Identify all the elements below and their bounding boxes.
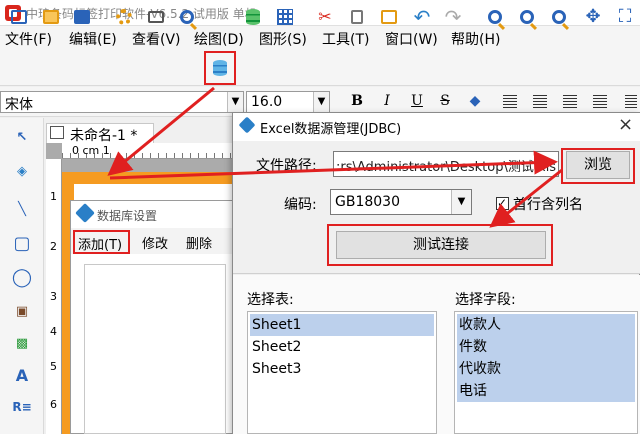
- delete-button[interactable]: 删除: [186, 233, 212, 252]
- file-path-value: :rs\Administrator\Desktop\测试.xls: [336, 160, 557, 175]
- select-fields-label: 选择字段:: [455, 292, 516, 308]
- menu-draw[interactable]: 绘图(D): [194, 29, 244, 49]
- align-center-icon[interactable]: [533, 94, 547, 108]
- table-item-sheet1[interactable]: Sheet1: [250, 314, 434, 336]
- font-size-select[interactable]: 16.0 ▼: [246, 91, 330, 113]
- field-item[interactable]: 件数: [457, 336, 635, 358]
- document-tab-label: 未命名-1 *: [70, 128, 138, 144]
- table-item-sheet2[interactable]: Sheet2: [250, 336, 434, 358]
- paste-icon[interactable]: [378, 6, 400, 28]
- align-justify-icon[interactable]: [593, 94, 607, 108]
- settings-icon[interactable]: [113, 6, 135, 28]
- picture-icon[interactable]: ▩: [11, 332, 33, 354]
- check-icon: ✓: [497, 196, 508, 210]
- rich-text-icon[interactable]: R≡: [11, 396, 33, 418]
- copy-icon[interactable]: [346, 6, 368, 28]
- select-table-label: 选择表:: [247, 292, 294, 308]
- grid-icon[interactable]: [274, 6, 296, 28]
- menu-tools[interactable]: 工具(T): [322, 29, 369, 49]
- print-icon[interactable]: [145, 6, 167, 28]
- field-item[interactable]: 代收款: [457, 358, 635, 380]
- fit-icon[interactable]: ✥: [582, 6, 604, 28]
- line-icon[interactable]: ╲: [11, 198, 33, 220]
- data-table-icon[interactable]: [242, 6, 264, 28]
- file-path-field[interactable]: :rs\Administrator\Desktop\测试.xls: [333, 151, 559, 177]
- field-item[interactable]: 收款人: [457, 314, 635, 336]
- test-connection-button[interactable]: 测试连接: [336, 231, 546, 259]
- print-preview-icon[interactable]: [176, 6, 198, 28]
- header-row-checkbox[interactable]: ✓: [496, 196, 509, 210]
- ruler-number: 5: [50, 360, 57, 373]
- underline-button[interactable]: U: [408, 92, 426, 110]
- menu-window[interactable]: 窗口(W): [385, 29, 438, 49]
- edit-button[interactable]: 修改: [142, 233, 168, 252]
- close-icon[interactable]: ×: [618, 114, 633, 136]
- chevron-down-icon[interactable]: ▼: [451, 190, 471, 214]
- italic-button[interactable]: I: [378, 92, 396, 110]
- new-icon[interactable]: [8, 6, 30, 28]
- menu-shape[interactable]: 图形(S): [259, 29, 307, 49]
- image-icon[interactable]: ▣: [11, 300, 33, 322]
- field-list[interactable]: 收款人 件数 代收款 电话: [454, 311, 638, 434]
- text-tool-icon[interactable]: A: [11, 364, 33, 386]
- open-icon[interactable]: [40, 6, 62, 28]
- align-left-icon[interactable]: [503, 94, 517, 108]
- rectangle-icon[interactable]: ▢: [11, 232, 33, 254]
- toolbar: [0, 50, 640, 86]
- align-distribute-icon[interactable]: [625, 94, 637, 108]
- menu-view[interactable]: 查看(V): [132, 29, 181, 49]
- file-path-label: 文件路径:: [256, 158, 317, 174]
- table-item-sheet3[interactable]: Sheet3: [250, 358, 434, 380]
- ruler-number: 1: [50, 190, 57, 203]
- header-row-label: 首行含列名: [513, 197, 583, 213]
- align-right-icon[interactable]: [563, 94, 577, 108]
- database-list[interactable]: [84, 264, 226, 434]
- undo-icon[interactable]: ↶: [411, 6, 433, 28]
- database-icon[interactable]: [204, 51, 236, 85]
- document-icon: [50, 126, 64, 139]
- ruler-number: 4: [50, 325, 57, 338]
- strikethrough-button[interactable]: S: [436, 92, 454, 110]
- encoding-value: GB18030: [335, 194, 400, 210]
- ruler-number: 6: [50, 398, 57, 411]
- zoom-out-icon[interactable]: [516, 6, 538, 28]
- fullscreen-icon[interactable]: ⛶: [614, 6, 636, 28]
- encoding-label: 编码:: [284, 197, 317, 213]
- bold-button[interactable]: B: [348, 92, 366, 110]
- menu-edit[interactable]: 编辑(E): [69, 29, 117, 49]
- font-size-value: 16.0: [251, 94, 283, 110]
- database-dialog-title: 数据库设置: [97, 209, 158, 223]
- ruler-label: 0 cm 1: [72, 144, 110, 157]
- chevron-down-icon[interactable]: ▼: [313, 92, 329, 112]
- text-color-icon[interactable]: ◆: [466, 92, 484, 110]
- chevron-down-icon[interactable]: ▼: [227, 92, 243, 112]
- cut-icon[interactable]: ✂: [314, 6, 336, 28]
- excel-dialog-title: Excel数据源管理(JDBC): [260, 122, 402, 137]
- font-family-select[interactable]: 宋体 ▼: [0, 91, 244, 113]
- zoom-in-icon[interactable]: [484, 6, 506, 28]
- edit-node-icon[interactable]: ◈: [11, 160, 33, 182]
- redo-icon[interactable]: ↷: [442, 6, 464, 28]
- font-family-value: 宋体: [5, 97, 33, 113]
- zoom-icon[interactable]: [548, 6, 570, 28]
- ellipse-icon[interactable]: ◯: [11, 266, 33, 288]
- browse-button[interactable]: 浏览: [566, 151, 630, 179]
- ruler-number: 3: [50, 290, 57, 303]
- select-icon[interactable]: ↖: [11, 126, 33, 148]
- menu-file[interactable]: 文件(F): [5, 29, 52, 49]
- encoding-select[interactable]: GB18030 ▼: [330, 189, 472, 215]
- menu-help[interactable]: 帮助(H): [451, 29, 500, 49]
- ruler-number: 2: [50, 240, 57, 253]
- save-icon[interactable]: [71, 6, 93, 28]
- add-button[interactable]: 添加(T): [73, 230, 130, 254]
- table-list[interactable]: Sheet1 Sheet2 Sheet3: [247, 311, 437, 434]
- field-item[interactable]: 电话: [457, 380, 635, 402]
